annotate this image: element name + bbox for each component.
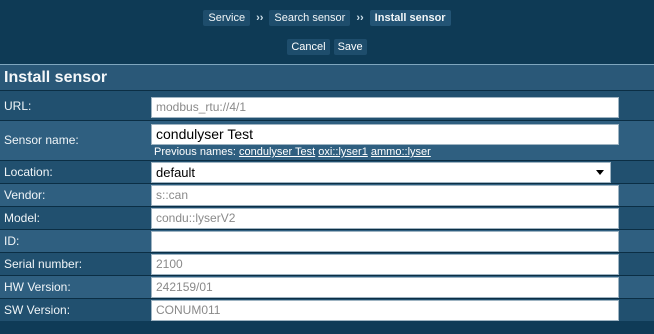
install-sensor-form: URL: modbus_rtu://4/1 Sensor name: condu…	[0, 90, 654, 321]
url-field[interactable]: modbus_rtu://4/1	[151, 97, 619, 118]
vendor-label: Vendor:	[4, 188, 46, 202]
url-label: URL:	[4, 99, 32, 113]
sw-version-label: SW Version:	[4, 303, 71, 317]
breadcrumb-separator: ››	[356, 12, 364, 24]
action-bar: Cancel Save	[0, 39, 654, 55]
sensor-name-row: Sensor name: condulyser Test Previous na…	[0, 120, 654, 160]
previous-names: Previous names: condulyser Test oxi::lys…	[154, 146, 431, 158]
vendor-row: Vendor: s::can	[0, 183, 654, 206]
top-bar: Service ›› Search sensor ›› Install sens…	[0, 0, 654, 64]
id-field[interactable]	[151, 231, 619, 252]
previous-name-link[interactable]: condulyser Test	[239, 146, 315, 158]
serial-label: Serial number:	[4, 257, 83, 271]
sw-version-row: SW Version: CONUM011	[0, 298, 654, 321]
breadcrumb-separator: ››	[256, 12, 264, 24]
chevron-down-icon	[596, 170, 604, 175]
previous-name-link[interactable]: ammo::lyser	[371, 146, 431, 158]
breadcrumb-search-sensor[interactable]: Search sensor	[269, 10, 351, 26]
serial-field[interactable]: 2100	[151, 254, 619, 275]
sensor-name-label: Sensor name:	[4, 133, 79, 147]
id-label: ID:	[4, 234, 20, 248]
model-label: Model:	[4, 211, 41, 225]
serial-row: Serial number: 2100	[0, 252, 654, 275]
location-row: Location: default	[0, 160, 654, 183]
previous-name-link[interactable]: oxi::lyser1	[318, 146, 368, 158]
section-title: Install sensor	[0, 64, 654, 90]
vendor-field[interactable]: s::can	[151, 185, 619, 206]
breadcrumb-install-sensor[interactable]: Install sensor	[369, 10, 451, 26]
save-button[interactable]: Save	[333, 39, 367, 55]
hw-version-field[interactable]: 242159/01	[151, 277, 619, 298]
breadcrumb: Service ›› Search sensor ›› Install sens…	[0, 10, 654, 26]
location-selected-value: default	[156, 165, 196, 180]
location-select[interactable]: default	[151, 162, 611, 183]
location-label: Location:	[4, 165, 53, 179]
model-row: Model: condu::lyserV2	[0, 206, 654, 229]
hw-version-row: HW Version: 242159/01	[0, 275, 654, 298]
sw-version-field[interactable]: CONUM011	[151, 300, 619, 321]
sensor-name-field[interactable]: condulyser Test	[151, 124, 619, 145]
cancel-button[interactable]: Cancel	[287, 39, 330, 55]
url-row: URL: modbus_rtu://4/1	[0, 90, 654, 120]
previous-names-prefix: Previous names:	[154, 146, 236, 158]
id-row: ID:	[0, 229, 654, 252]
breadcrumb-service[interactable]: Service	[203, 10, 251, 26]
model-field[interactable]: condu::lyserV2	[151, 208, 619, 229]
hw-version-label: HW Version:	[4, 280, 71, 294]
